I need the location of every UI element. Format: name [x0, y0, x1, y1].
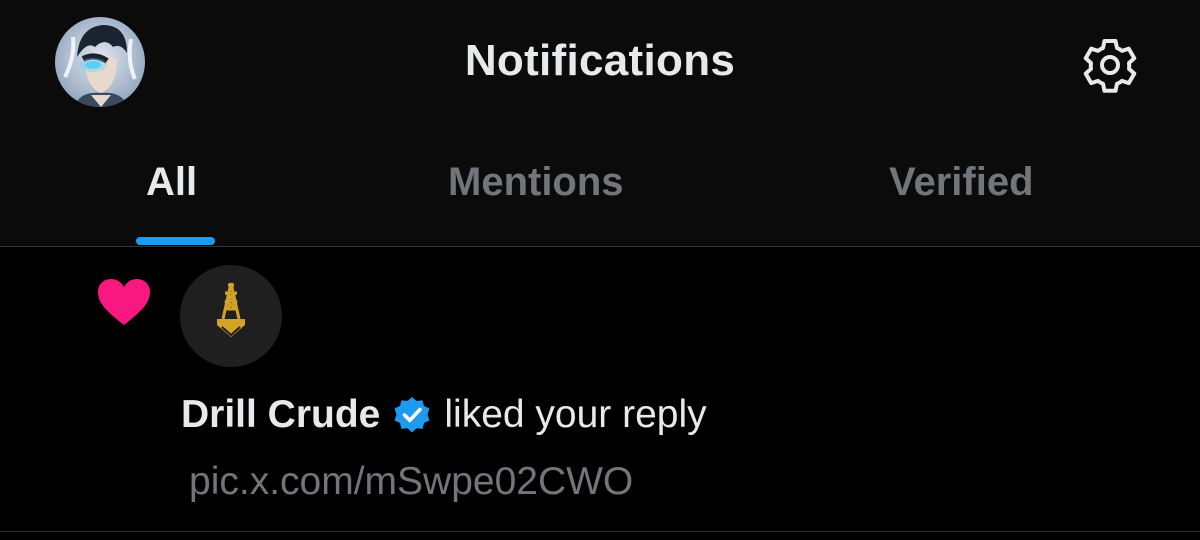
notification-action: liked your reply [444, 393, 707, 436]
notification-text: Drill Crude liked your reply [181, 393, 707, 437]
user-name-link[interactable]: Drill Crude [181, 393, 380, 437]
oil-derrick-logo-icon [217, 282, 245, 337]
tab-mentions[interactable]: Mentions [448, 160, 624, 205]
user-avatar[interactable] [180, 265, 282, 367]
tab-all[interactable]: All [146, 160, 197, 205]
heart-icon [98, 279, 150, 325]
notification-item[interactable]: Drill Crude liked your reply pic.x.com/m… [0, 247, 1200, 531]
reply-media-link[interactable]: pic.x.com/mSwpe02CWO [189, 460, 633, 504]
settings-button[interactable] [1081, 36, 1139, 94]
verified-badge-icon [394, 397, 430, 433]
gear-icon [1083, 39, 1137, 93]
item-divider [0, 531, 1200, 532]
active-tab-indicator [136, 237, 215, 245]
page-title: Notifications [464, 36, 736, 85]
notifications-header: Notifications All Mentions Verified [0, 0, 1200, 246]
tab-verified[interactable]: Verified [889, 160, 1034, 205]
